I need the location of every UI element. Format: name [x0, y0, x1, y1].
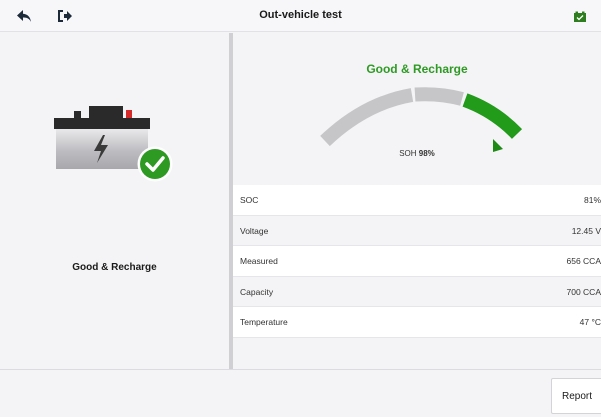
battery-status-icon [573, 10, 587, 22]
row-label: Capacity [240, 286, 274, 297]
battery-check-icon [52, 103, 177, 223]
page-title: Out-vehicle test [259, 9, 342, 21]
soh-readout: SOH 98% [233, 149, 601, 158]
table-row: SOC 81% [233, 185, 601, 216]
row-label: SOC [240, 195, 259, 205]
soh-value: 98% [418, 149, 435, 158]
gauge-segment-good [462, 93, 523, 139]
row-value: 81% [583, 195, 601, 205]
row-value: 656 CCA [566, 256, 601, 267]
row-value: 700 CCA [566, 286, 601, 297]
table-row: Voltage 12.45 V [233, 215, 601, 247]
table-row: Capacity 700 CCA [233, 276, 601, 308]
report-button[interactable]: Report [551, 378, 601, 414]
bottom-bar: Report [0, 369, 601, 417]
battery-status-label: Good & Recharge [72, 262, 157, 273]
gauge-segment-low [320, 88, 414, 147]
table-row: Measured 656 CCA [233, 246, 601, 277]
gauge-segment-mid [414, 87, 464, 106]
results-table: SOC 81% Voltage 12.45 V Measured 656 CCA… [233, 185, 601, 338]
row-label: Voltage [240, 225, 269, 236]
top-bar: Out-vehicle test [0, 0, 601, 32]
row-label: Temperature [240, 317, 288, 328]
soh-label: SOH [399, 149, 417, 158]
right-panel: Good & Recharge SOH 98% SOC 81% Voltage … [233, 33, 601, 369]
row-label: Measured [240, 256, 278, 267]
table-row: Temperature 47 °C [233, 307, 601, 338]
row-value: 47 °C [579, 317, 601, 328]
gauge-title: Good & Recharge [366, 62, 468, 76]
row-value: 12.45 V [571, 225, 601, 236]
